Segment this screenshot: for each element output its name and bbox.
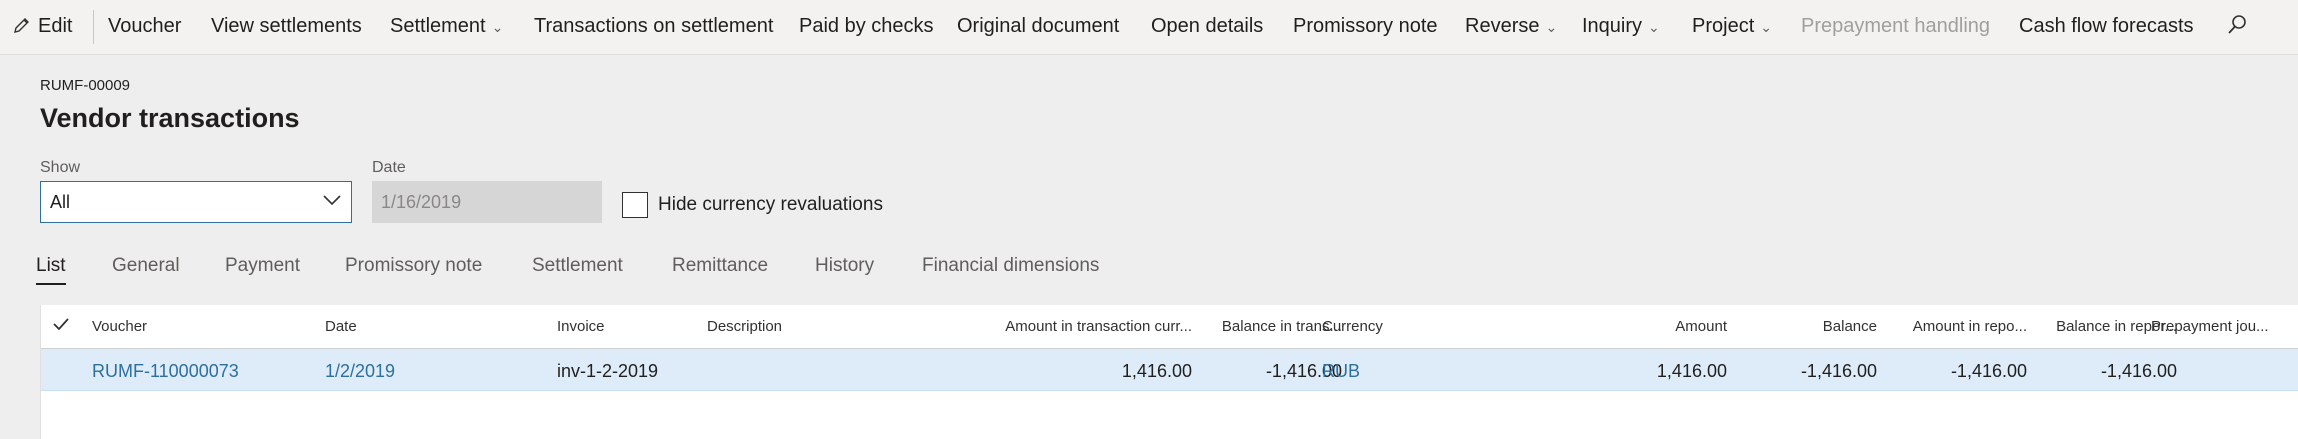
open-details-button[interactable]: Open details bbox=[1151, 0, 1263, 52]
original-document-button[interactable]: Original document bbox=[957, 0, 1119, 52]
col-amount[interactable]: Amount bbox=[1675, 318, 1727, 335]
date-field[interactable]: 1/16/2019 bbox=[372, 181, 602, 223]
chevron-down-icon: ⌄ bbox=[1648, 18, 1660, 35]
table-row[interactable]: RUMF-110000073 1/2/2019 inv-1-2-2019 1,4… bbox=[41, 349, 2298, 391]
grid-header: Voucher Date Invoice Description Amount … bbox=[41, 305, 2298, 349]
col-description[interactable]: Description bbox=[707, 318, 782, 335]
tab-payment[interactable]: Payment bbox=[225, 255, 300, 277]
amount-in-transaction-currency-cell: 1,416.00 bbox=[1121, 361, 1192, 381]
transactions-grid: Voucher Date Invoice Description Amount … bbox=[40, 305, 2298, 439]
show-label: Show bbox=[40, 159, 81, 176]
reverse-label: Reverse bbox=[1465, 15, 1540, 37]
col-prepayment-journal[interactable]: Prepayment jou... bbox=[2151, 318, 2269, 335]
chevron-down-icon: ⌄ bbox=[491, 18, 504, 35]
transactions-on-settlement-button[interactable]: Transactions on settlement bbox=[534, 0, 773, 52]
tab-remittance[interactable]: Remittance bbox=[672, 255, 768, 277]
hide-currency-revaluations-checkbox[interactable] bbox=[622, 192, 648, 218]
toolbar-divider bbox=[93, 10, 94, 44]
edit-label: Edit bbox=[38, 15, 73, 37]
page-title: Vendor transactions bbox=[40, 103, 300, 133]
voucher-link[interactable]: RUMF-110000073 bbox=[92, 361, 239, 382]
hide-currency-revaluations-label: Hide currency revaluations bbox=[658, 194, 883, 215]
search-icon bbox=[2228, 15, 2246, 34]
invoice-cell: inv-1-2-2019 bbox=[557, 361, 659, 381]
date-link[interactable]: 1/2/2019 bbox=[325, 361, 395, 382]
edit-button[interactable]: Edit bbox=[12, 0, 72, 52]
tab-history[interactable]: History bbox=[815, 255, 874, 277]
search-button[interactable] bbox=[2225, 0, 2249, 52]
tab-list[interactable]: List bbox=[36, 255, 66, 277]
project-label: Project bbox=[1692, 15, 1755, 37]
col-amount-in-reporting-currency[interactable]: Amount in repo... bbox=[1913, 318, 2027, 335]
active-tab-indicator bbox=[36, 283, 66, 285]
action-pane: Edit Voucher View settlements Settlement… bbox=[0, 0, 2298, 55]
cash-flow-forecasts-button[interactable]: Cash flow forecasts bbox=[2019, 0, 2194, 52]
tab-settlement[interactable]: Settlement bbox=[532, 255, 623, 277]
col-invoice[interactable]: Invoice bbox=[557, 318, 605, 335]
col-currency[interactable]: Currency bbox=[1322, 318, 1383, 335]
select-all-check-icon[interactable] bbox=[52, 315, 70, 333]
date-label: Date bbox=[372, 159, 406, 176]
show-dropdown[interactable]: All bbox=[40, 181, 352, 223]
voucher-button[interactable]: Voucher bbox=[108, 0, 181, 52]
amount-cell: 1,416.00 bbox=[1656, 361, 1727, 381]
chevron-down-icon: ⌄ bbox=[1545, 18, 1558, 35]
col-balance[interactable]: Balance bbox=[1823, 318, 1877, 335]
view-settlements-button[interactable]: View settlements bbox=[211, 0, 362, 52]
project-menu[interactable]: Project ⌄ bbox=[1692, 0, 1772, 52]
col-date[interactable]: Date bbox=[325, 318, 357, 335]
inquiry-menu[interactable]: Inquiry ⌄ bbox=[1582, 0, 1660, 52]
balance-in-reporting-currency-cell: -1,416.00 bbox=[2100, 361, 2177, 381]
prepayment-handling-button[interactable]: Prepayment handling bbox=[1801, 0, 1990, 52]
currency-link[interactable]: RUB bbox=[1322, 361, 1360, 382]
inquiry-label: Inquiry bbox=[1582, 15, 1643, 37]
reverse-menu[interactable]: Reverse ⌄ bbox=[1465, 0, 1557, 52]
chevron-down-icon: ⌄ bbox=[1760, 18, 1772, 35]
settlement-label: Settlement bbox=[390, 15, 486, 37]
record-id: RUMF-00009 bbox=[40, 77, 131, 94]
date-value: 1/16/2019 bbox=[381, 192, 462, 212]
paid-by-checks-button[interactable]: Paid by checks bbox=[799, 0, 934, 52]
settlement-menu[interactable]: Settlement ⌄ bbox=[390, 0, 503, 52]
col-voucher[interactable]: Voucher bbox=[92, 318, 147, 335]
tab-general[interactable]: General bbox=[112, 255, 180, 277]
tab-financial-dimensions[interactable]: Financial dimensions bbox=[922, 255, 1099, 277]
pencil-icon bbox=[14, 18, 29, 33]
col-amount-in-transaction-currency[interactable]: Amount in transaction curr... bbox=[1005, 318, 1192, 335]
tab-promissory-note[interactable]: Promissory note bbox=[345, 255, 482, 277]
amount-in-reporting-currency-cell: -1,416.00 bbox=[1950, 361, 2027, 381]
chevron-down-icon bbox=[323, 195, 341, 206]
balance-cell: -1,416.00 bbox=[1800, 361, 1877, 381]
page-content: RUMF-00009 Vendor transactions Show All … bbox=[0, 55, 2298, 439]
promissory-note-button[interactable]: Promissory note bbox=[1293, 0, 1438, 52]
show-value: All bbox=[50, 192, 71, 212]
